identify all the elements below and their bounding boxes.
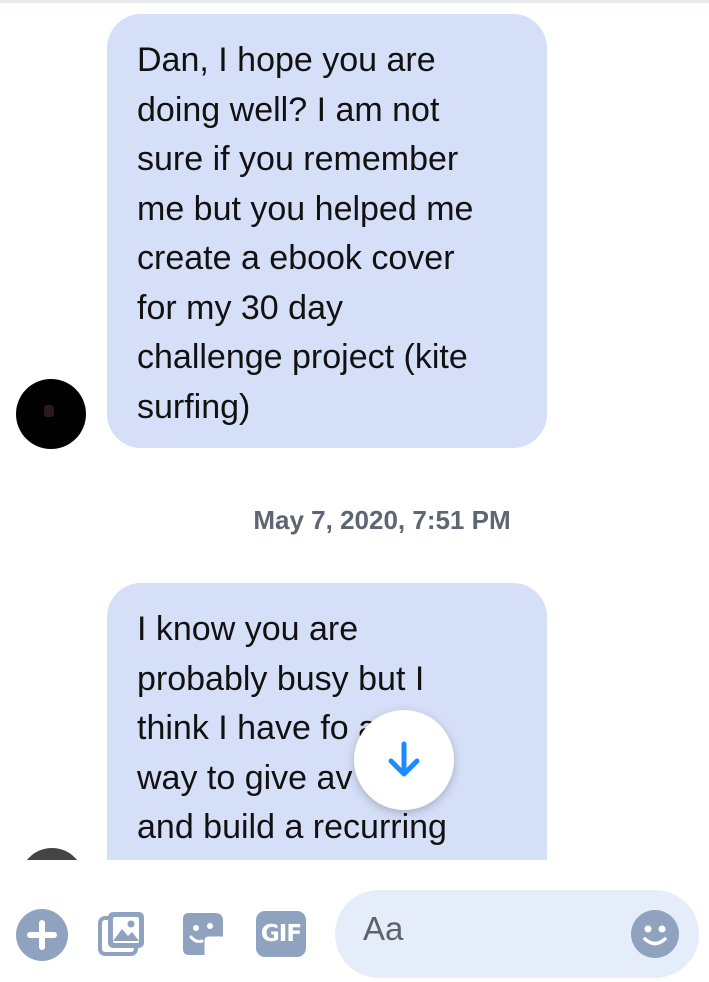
sticker-icon: [183, 913, 223, 955]
avatar[interactable]: [16, 379, 86, 449]
message-line: way to give av tuff: [137, 758, 409, 797]
message-bubble[interactable]: Dan, I hope you are doing well? I am not…: [107, 14, 547, 448]
gif-icon: GIF: [260, 921, 302, 947]
message-timestamp: May 7, 2020, 7:51 PM: [253, 505, 511, 535]
message-line: think I have fo a: [137, 709, 378, 747]
more-actions-button[interactable]: [16, 909, 68, 961]
message-line: doing well? I am not: [137, 90, 440, 129]
message-line: I know you are: [137, 610, 359, 648]
avatar[interactable]: [20, 848, 84, 860]
message-input[interactable]: Aa: [335, 890, 699, 978]
message-line: sure if you remember: [137, 140, 459, 178]
message-bubble[interactable]: I know you are probably busy but I think…: [107, 583, 547, 860]
message-thread[interactable]: Dan, I hope you are doing well? I am not…: [0, 0, 709, 860]
message-line: me but you helped me: [137, 189, 474, 228]
message-line: and build a recurring: [137, 808, 447, 846]
message-line: probably busy but I: [137, 659, 425, 698]
scroll-to-bottom-button[interactable]: [354, 710, 454, 810]
arrow-down-icon: [388, 741, 420, 777]
message-line: Dan, I hope you are: [137, 41, 436, 79]
message-input-placeholder: Aa: [363, 910, 404, 947]
message-line: challenge project (kite: [137, 338, 468, 376]
emoji-icon: [643, 925, 667, 946]
avatar-detail: [44, 405, 54, 417]
image-icon: [98, 912, 144, 956]
attach-image-button[interactable]: [97, 909, 147, 959]
sticker-button[interactable]: [177, 909, 227, 959]
message-line: for my 30 day: [137, 288, 343, 327]
plus-icon: [27, 920, 57, 950]
message-line: create a ebook cover: [137, 239, 455, 277]
message-line: surfing): [137, 387, 251, 426]
emoji-button[interactable]: [631, 910, 679, 958]
gif-button[interactable]: GIF: [256, 911, 306, 957]
